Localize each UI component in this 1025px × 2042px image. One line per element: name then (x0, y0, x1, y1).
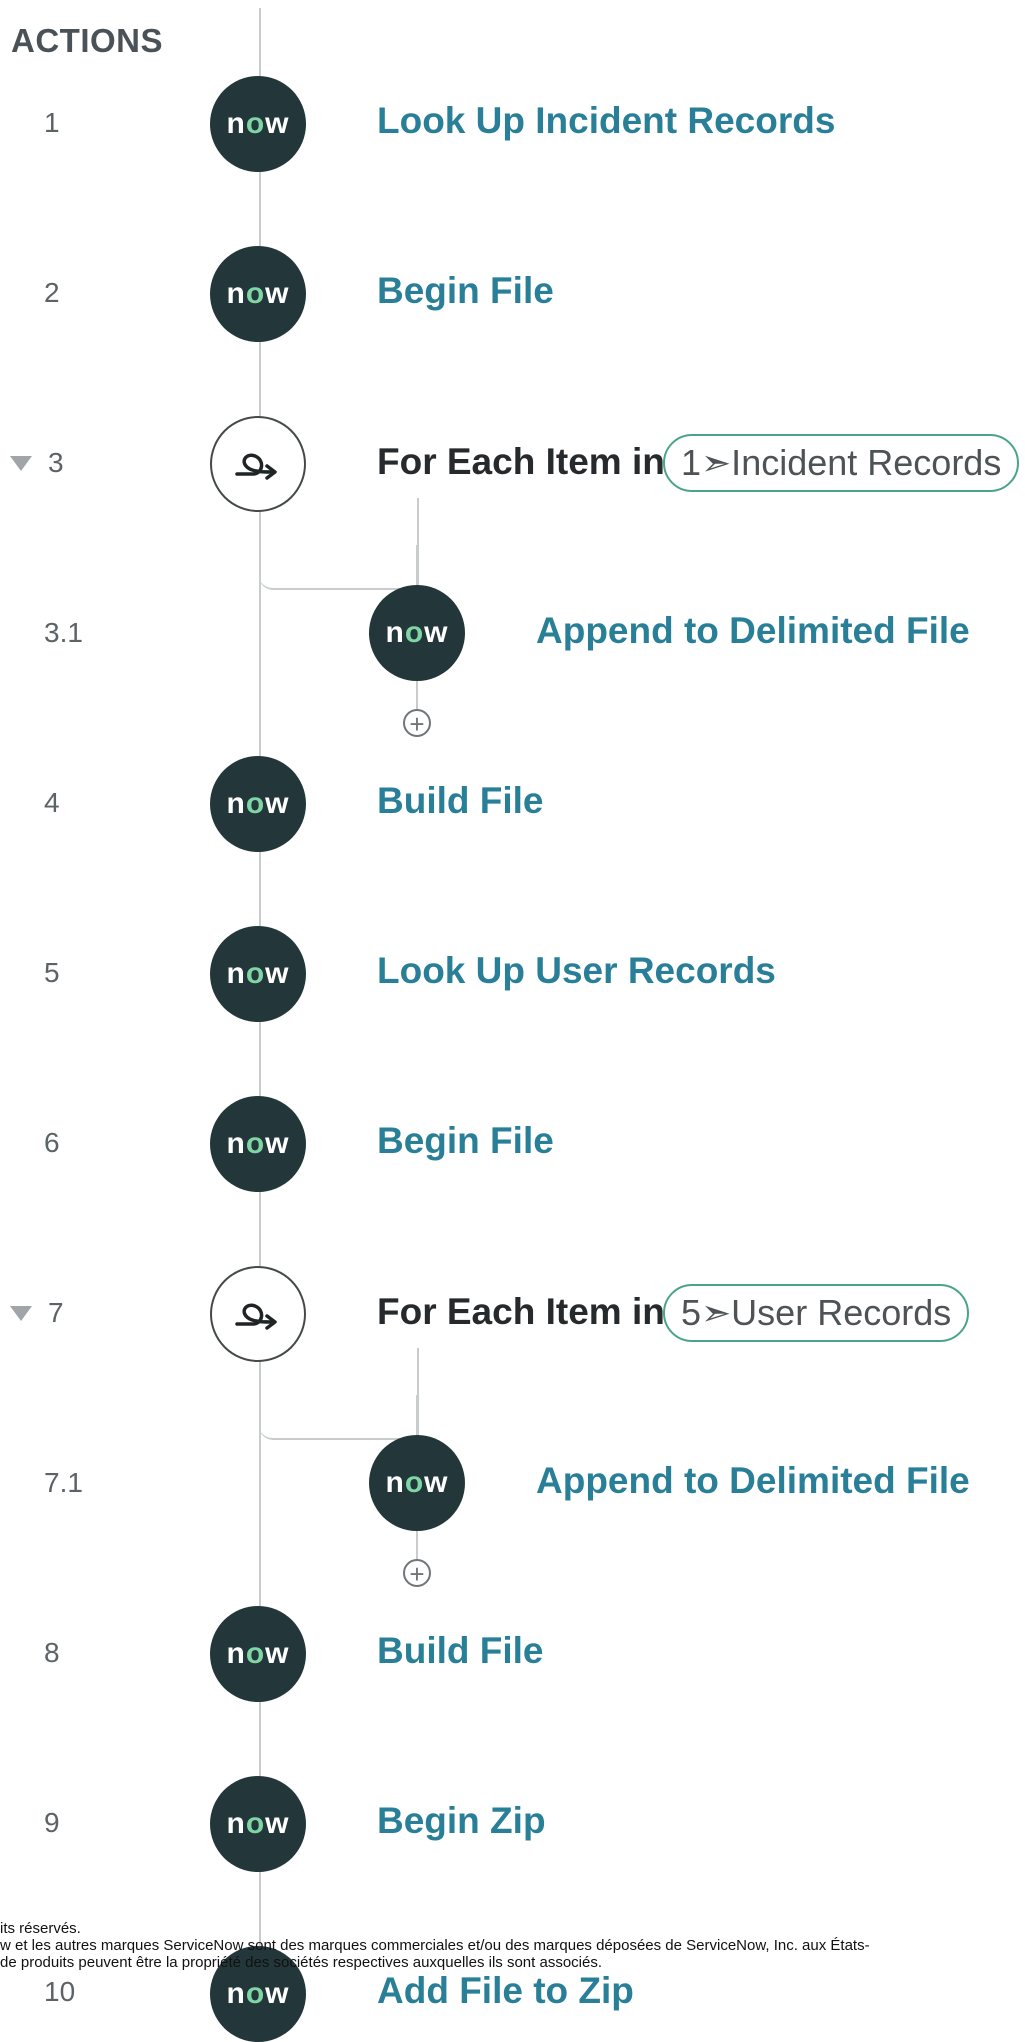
servicenow-logo-icon: now (210, 1096, 306, 1192)
step-number: 4 (44, 787, 60, 818)
step-number: 1 (44, 107, 60, 138)
step-number: 3.1 (44, 617, 83, 648)
step-title-link[interactable]: Build File (377, 1630, 544, 1672)
step-number: 9 (44, 1807, 60, 1838)
step-title-link[interactable]: Look Up Incident Records (377, 100, 835, 142)
step-title-link[interactable]: Append to Delimited File (536, 610, 970, 652)
copyright-disclaimer: its réservés. w et les autres marques Se… (0, 1920, 1025, 1971)
loop-branch-connector (416, 680, 418, 710)
servicenow-logo-icon: now (210, 1776, 306, 1872)
step-number: 6 (44, 1127, 60, 1158)
collapse-triangle-icon[interactable] (10, 456, 32, 471)
step-number: 10 (44, 1976, 76, 2007)
step-number: 7 (48, 1297, 64, 1328)
loop-branch-connector (416, 545, 418, 590)
data-pill[interactable]: 5➣User Records (663, 1284, 970, 1342)
step-title-link[interactable]: Begin Zip (377, 1800, 546, 1842)
step-number: 7.1 (44, 1467, 83, 1498)
loop-icon (210, 1266, 306, 1362)
step-number: 3 (48, 447, 64, 478)
servicenow-logo-icon: now (369, 585, 465, 681)
step-title-link[interactable]: Add File to Zip (377, 1970, 634, 2012)
step-title-link[interactable]: Look Up User Records (377, 950, 776, 992)
disclaimer-line: de produits peuvent être la propriété de… (0, 1954, 602, 1971)
servicenow-logo-icon: now (210, 756, 306, 852)
servicenow-logo-icon: now (210, 926, 306, 1022)
data-pill[interactable]: 1➣Incident Records (663, 434, 1020, 492)
step-title-link[interactable]: Begin File (377, 270, 554, 312)
loop-icon (210, 416, 306, 512)
loop-branch-connector (416, 1530, 418, 1560)
servicenow-logo-icon: now (210, 246, 306, 342)
loop-title: For Each Item in (377, 1291, 665, 1332)
step-title-link[interactable]: Build File (377, 780, 544, 822)
disclaimer-line: w et les autres marques ServiceNow sont … (0, 1937, 870, 1954)
add-step-button[interactable]: + (403, 709, 431, 738)
servicenow-logo-icon: now (210, 1606, 306, 1702)
add-step-button[interactable]: + (403, 1559, 431, 1588)
loop-branch-connector (416, 1395, 418, 1440)
step-number: 5 (44, 957, 60, 988)
collapse-triangle-icon[interactable] (10, 1306, 32, 1321)
loop-title: For Each Item in (377, 441, 665, 482)
step-number: 8 (44, 1637, 60, 1668)
loop-branch-connector (259, 1348, 419, 1440)
disclaimer-line: its réservés. (0, 1920, 81, 1937)
step-title-link[interactable]: Append to Delimited File (536, 1460, 970, 1502)
step-number: 2 (44, 277, 60, 308)
servicenow-logo-icon: now (369, 1435, 465, 1531)
servicenow-logo-icon: now (210, 76, 306, 172)
loop-branch-connector (259, 498, 419, 590)
actions-header: ACTIONS (11, 22, 163, 59)
step-title-link[interactable]: Begin File (377, 1120, 554, 1162)
